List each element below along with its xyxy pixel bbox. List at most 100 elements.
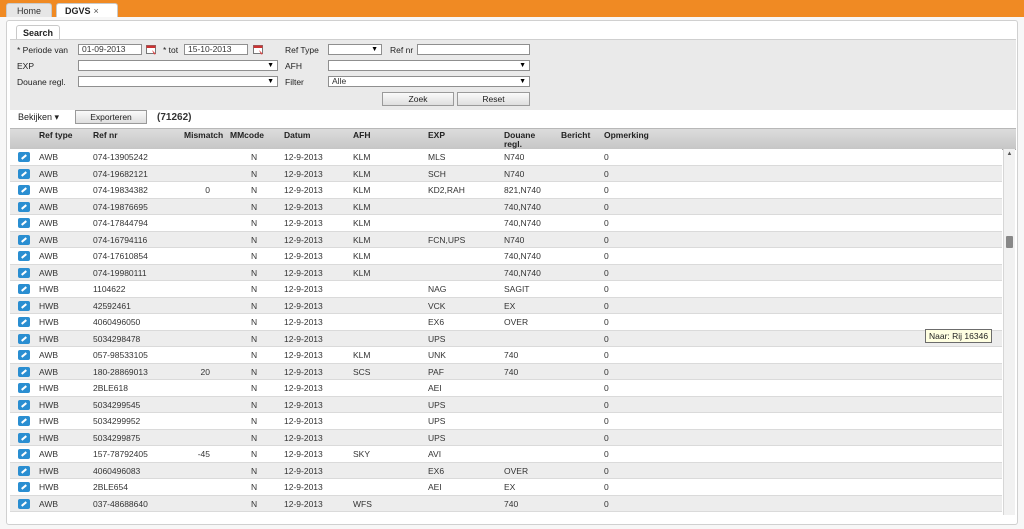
bekijken-menu[interactable]: Bekijken ▾ <box>18 112 59 123</box>
col-header[interactable]: Douane regl. <box>504 131 546 149</box>
cell-afh: WFS <box>353 498 372 509</box>
cell-mmcode: N <box>251 366 258 377</box>
cell-type: HWB <box>39 465 59 476</box>
cell-afh: KLM <box>353 218 371 228</box>
col-header[interactable]: EXP <box>428 131 445 140</box>
cell-type: HWB <box>39 399 59 410</box>
col-header[interactable]: Datum <box>284 131 310 140</box>
exporteren-button[interactable]: Exporteren <box>75 110 147 124</box>
col-header[interactable]: Mismatch <box>184 131 223 140</box>
chevron-down-icon: ▼ <box>371 46 378 53</box>
cell-bericht: 0 <box>604 432 609 443</box>
table-row[interactable]: AWB 074-17844794 N 12-9-2013 KLM 740,N740 0 <box>10 215 1002 232</box>
douane-select[interactable]: ▼ <box>78 76 278 87</box>
cell-mmcode: N <box>251 333 258 344</box>
edit-record-icon[interactable] <box>18 201 30 212</box>
table-row[interactable]: AWB 074-17610854 N 12-9-2013 KLM 740,N740 0 <box>10 248 1002 265</box>
tot-input[interactable]: 15-10-2013 <box>184 44 248 55</box>
col-header[interactable]: Ref nr <box>93 131 118 140</box>
cell-bericht: 0 <box>604 251 609 261</box>
edit-record-icon[interactable] <box>18 284 30 294</box>
col-header[interactable]: Ref type <box>39 131 73 140</box>
cell-datum: 12-9-2013 <box>284 482 323 492</box>
cell-refnr: 074-17844794 <box>93 218 148 228</box>
edit-record-icon[interactable] <box>18 300 30 311</box>
edit-record-icon[interactable] <box>18 350 30 360</box>
refnr-input[interactable] <box>417 44 530 55</box>
table-row[interactable]: HWB 1104622 N 12-9-2013 NAG SAGIT 0 <box>10 281 1002 298</box>
scroll-thumb[interactable] <box>1006 236 1013 248</box>
table-row[interactable]: HWB 5034299952 N 12-9-2013 UPS 0 <box>10 413 1002 430</box>
table-row[interactable]: AWB 074-19834382 0 N 12-9-2013 KLM KD2,RAH 821,… <box>10 182 1002 199</box>
table-row[interactable]: AWB 157-78792405 -45 N 12-9-2013 SKY AVI 0 <box>10 446 1002 463</box>
cell-mmcode: N <box>251 284 258 294</box>
cell-mmcode: N <box>251 416 258 426</box>
table-row[interactable]: AWB 074-13905242 N 12-9-2013 KLM MLS N740 0 <box>10 149 1002 166</box>
close-icon[interactable]: × <box>94 6 99 16</box>
calendar-icon[interactable] <box>146 44 157 55</box>
cell-afh: KLM <box>353 350 371 360</box>
edit-record-icon[interactable] <box>18 333 30 344</box>
table-row[interactable]: HWB 5034298478 N 12-9-2013 UPS 0 <box>10 330 1002 347</box>
periode-van-input[interactable]: 01-09-2013 <box>78 44 142 55</box>
cell-refnr: 180-28869013 <box>93 366 148 377</box>
table-row[interactable]: HWB 42592461 N 12-9-2013 VCK EX 0 <box>10 297 1002 314</box>
filter-select[interactable]: Alle ▼ <box>328 76 530 87</box>
edit-record-icon[interactable] <box>18 251 30 261</box>
cell-datum: 12-9-2013 <box>284 185 323 195</box>
table-row[interactable]: AWB 074-19980111 N 12-9-2013 KLM 740,N740 0 <box>10 264 1002 281</box>
edit-record-icon[interactable] <box>18 482 30 492</box>
cell-datum: 12-9-2013 <box>284 432 323 443</box>
table-row[interactable]: AWB 037-48688640 N 12-9-2013 WFS 740 0 <box>10 495 1002 512</box>
edit-record-icon[interactable] <box>18 168 30 179</box>
tab-search[interactable]: Search <box>16 25 61 40</box>
edit-record-icon[interactable] <box>18 383 30 393</box>
edit-record-icon[interactable] <box>18 185 30 195</box>
table-row[interactable]: HWB 4060496050 N 12-9-2013 EX6 OVER 0 <box>10 314 1002 331</box>
col-header[interactable]: Opmerking <box>604 131 649 140</box>
edit-record-icon[interactable] <box>18 366 30 377</box>
col-header[interactable]: AFH <box>353 131 370 140</box>
edit-record-icon[interactable] <box>18 267 30 278</box>
table-row[interactable]: HWB 2BLE654 N 12-9-2013 AEI EX 0 <box>10 479 1002 496</box>
table-row[interactable]: HWB 4060496083 N 12-9-2013 EX6 OVER 0 <box>10 462 1002 479</box>
col-header[interactable]: Bericht <box>561 131 590 140</box>
vertical-scrollbar[interactable]: ▲ <box>1003 149 1015 515</box>
reftype-select[interactable]: ▼ <box>328 44 382 55</box>
edit-record-icon[interactable] <box>18 399 30 410</box>
col-header[interactable]: MMcode <box>230 131 264 140</box>
afh-select[interactable]: ▼ <box>328 60 530 71</box>
cell-type: HWB <box>39 432 59 443</box>
table-row[interactable]: AWB 074-19876695 N 12-9-2013 KLM 740,N740 0 <box>10 198 1002 215</box>
cell-mmcode: N <box>251 267 258 278</box>
cell-type: HWB <box>39 482 59 492</box>
table-row[interactable]: AWB 180-28869013 20 N 12-9-2013 SCS PAF 740 0 <box>10 363 1002 380</box>
table-row[interactable]: AWB 057-98533105 N 12-9-2013 KLM UNK 740 0 <box>10 347 1002 364</box>
edit-record-icon[interactable] <box>18 432 30 443</box>
tab-home[interactable]: Home <box>6 3 52 17</box>
table-row[interactable]: HWB 5034299875 N 12-9-2013 UPS 0 <box>10 429 1002 446</box>
edit-record-icon[interactable] <box>18 498 30 509</box>
reset-button[interactable]: Reset <box>457 92 530 106</box>
exp-select[interactable]: ▼ <box>78 60 278 71</box>
edit-record-icon[interactable] <box>18 465 30 476</box>
edit-record-icon[interactable] <box>18 234 30 245</box>
zoek-button[interactable]: Zoek <box>382 92 454 106</box>
cell-mmcode: N <box>251 482 258 492</box>
table-row[interactable]: AWB 074-16794116 N 12-9-2013 KLM FCN,UPS N740 0 <box>10 231 1002 248</box>
edit-record-icon[interactable] <box>18 449 30 459</box>
scroll-up-icon[interactable]: ▲ <box>1004 149 1015 159</box>
cell-exp: KD2,RAH <box>428 185 465 195</box>
cell-datum: 12-9-2013 <box>284 465 323 476</box>
edit-record-icon[interactable] <box>18 218 30 228</box>
tab-dgvs[interactable]: DGVS × <box>56 3 118 17</box>
calendar-icon[interactable] <box>253 44 264 55</box>
edit-record-icon[interactable] <box>18 416 30 426</box>
cell-bericht: 0 <box>604 267 609 278</box>
edit-record-icon[interactable] <box>18 317 30 327</box>
table-row[interactable]: AWB 074-19682121 N 12-9-2013 KLM SCH N740 0 <box>10 165 1002 182</box>
table-row[interactable]: HWB 2BLE618 N 12-9-2013 AEI 0 <box>10 380 1002 397</box>
table-row[interactable]: HWB 5034299545 N 12-9-2013 UPS 0 <box>10 396 1002 413</box>
edit-record-icon[interactable] <box>18 152 30 162</box>
cell-mmcode: N <box>251 432 258 443</box>
